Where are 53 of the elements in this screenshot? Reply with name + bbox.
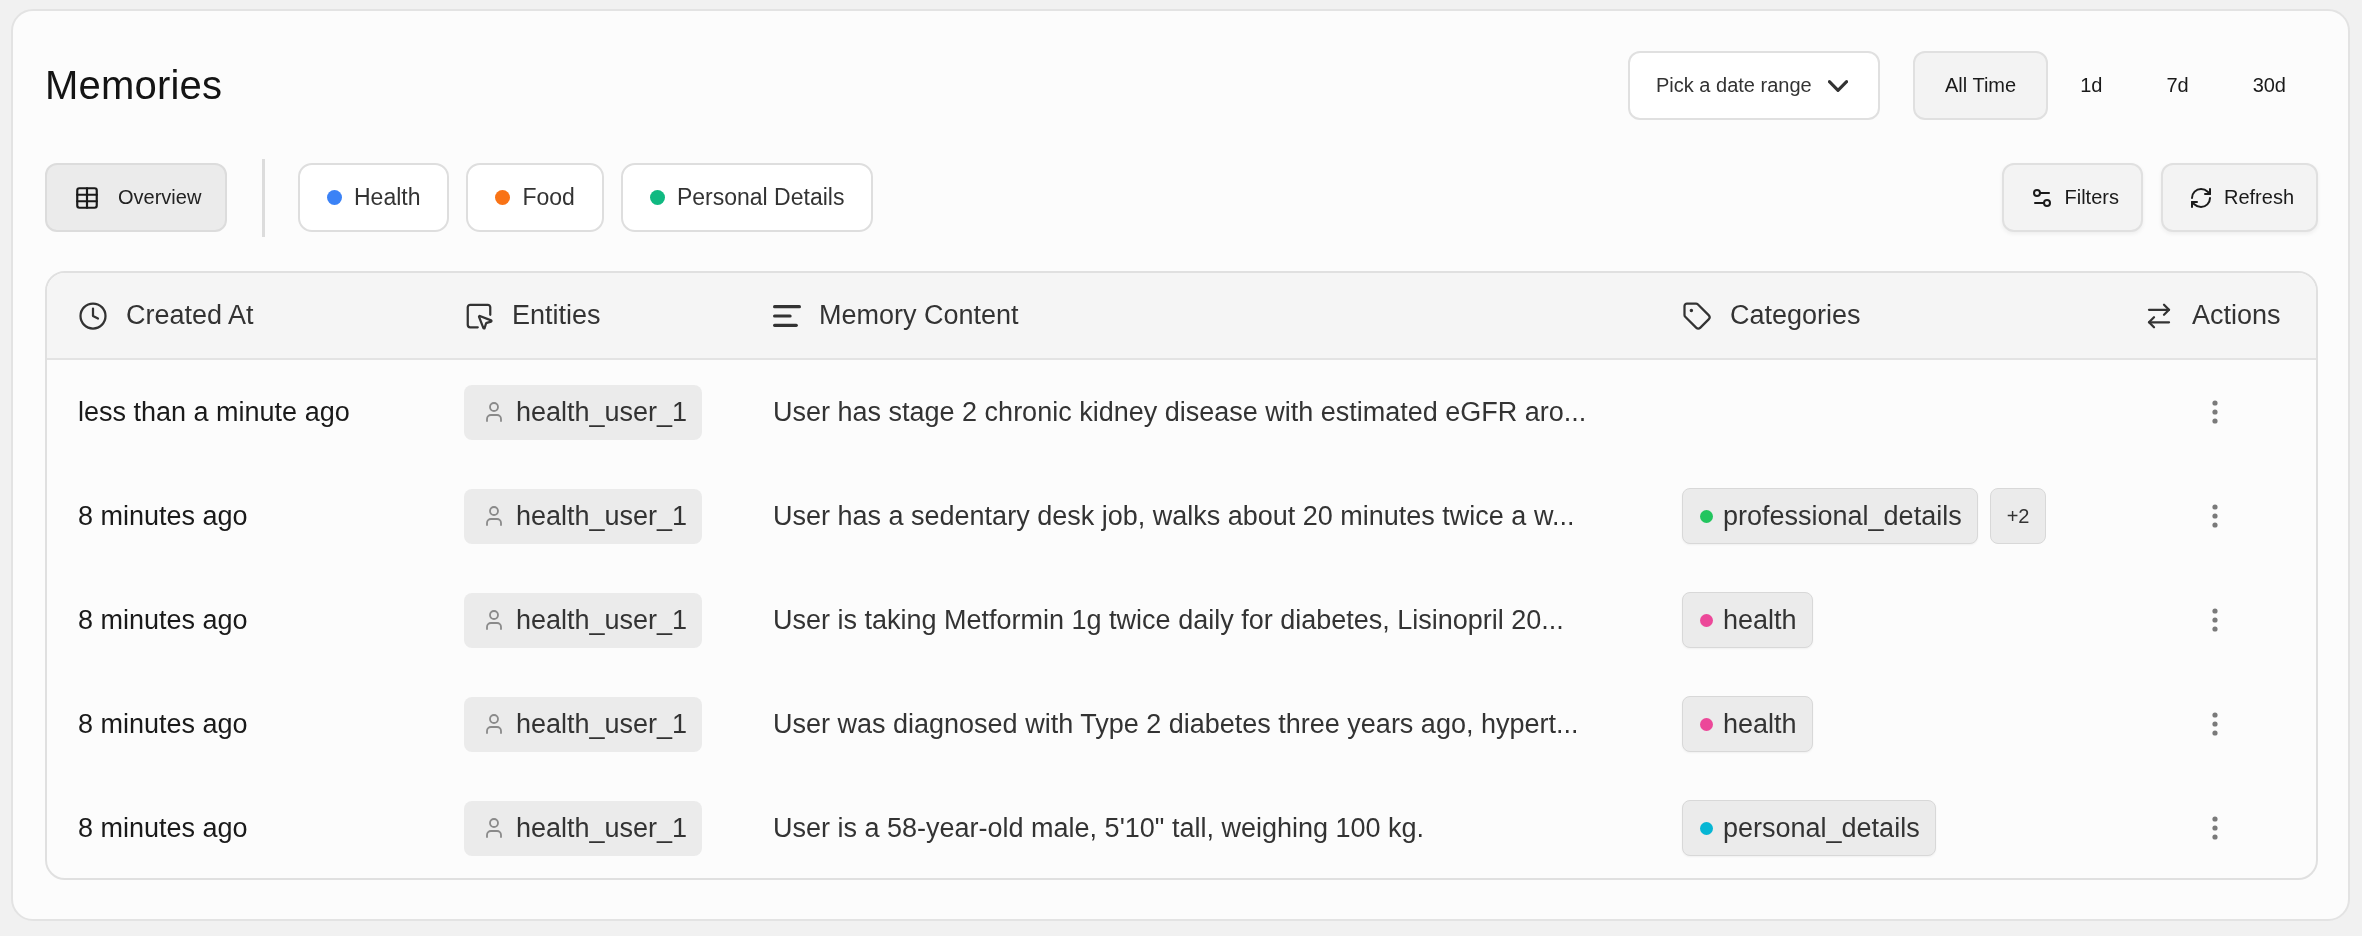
created-at-text: 8 minutes ago <box>78 708 248 740</box>
memory-content-text: User has a sedentary desk job, walks about 20 minutes twice a w... <box>773 500 1575 532</box>
created-at-text: 8 minutes ago <box>78 604 248 636</box>
column-header: Memory Content <box>819 300 1019 331</box>
kebab-icon <box>2211 712 2218 736</box>
kebab-icon <box>2211 400 2218 424</box>
chevron-down-icon <box>1828 79 1848 92</box>
overview-tab[interactable]: Overview <box>45 163 227 232</box>
category-label: health <box>1723 604 1797 636</box>
kebab-icon <box>2211 608 2218 632</box>
created-at-text: 8 minutes ago <box>78 812 248 844</box>
page-title: Memories <box>45 63 223 108</box>
column-header: Actions <box>2192 300 2281 331</box>
kebab-icon <box>2211 504 2218 528</box>
kebab-icon <box>2211 816 2218 840</box>
entity-label: health_user_1 <box>516 812 688 844</box>
time-range-tab[interactable]: 1d <box>2048 51 2135 120</box>
created-at-text: less than a minute ago <box>78 396 350 428</box>
more-options-button[interactable] <box>2211 712 2218 736</box>
category-label: professional_details <box>1723 500 1962 532</box>
refresh-icon <box>2188 185 2213 210</box>
category-filter-button[interactable]: Health <box>298 163 450 232</box>
entity-label: health_user_1 <box>516 708 688 740</box>
category-label: health <box>1723 708 1797 740</box>
refresh-button[interactable]: Refresh <box>2160 163 2318 232</box>
more-options-button[interactable] <box>2211 608 2218 632</box>
date-range-picker[interactable]: Pick a date range <box>1628 51 1880 120</box>
time-range-tab[interactable]: 30d <box>2220 51 2318 120</box>
table-icon <box>74 184 100 211</box>
more-options-button[interactable] <box>2211 400 2218 424</box>
created-at-text: 8 minutes ago <box>78 500 248 532</box>
entity-label: health_user_1 <box>516 500 688 532</box>
time-range-tab[interactable]: All Time <box>1913 51 2049 120</box>
clock-icon <box>78 300 108 331</box>
filters-button[interactable]: Filters <box>2001 163 2143 232</box>
category-label: personal_details <box>1723 812 1920 844</box>
time-range-tab[interactable]: 7d <box>2134 51 2221 120</box>
more-options-button[interactable] <box>2211 504 2218 528</box>
memory-content-text: User is taking Metformin 1g twice daily for diabetes, Lisinopril 20... <box>773 604 1564 636</box>
memory-content-text: User has stage 2 chronic kidney disease with estimated eGFR aro... <box>773 396 1587 428</box>
category-filter-button[interactable]: Personal Details <box>620 163 874 232</box>
category-filter-button[interactable]: Food <box>466 163 604 232</box>
memory-content-text: User is a 58-year-old male, 5'10" tall, weighing 100 kg. <box>773 812 1425 844</box>
more-options-button[interactable] <box>2211 816 2218 840</box>
memory-content-text: User was diagnosed with Type 2 diabetes three years ago, hypert... <box>773 708 1579 740</box>
column-header: Created At <box>126 300 254 331</box>
tag-icon <box>1682 300 1712 331</box>
text-lines-icon <box>773 304 801 327</box>
more-count-chip: +2 <box>1989 488 2047 544</box>
column-header: Categories <box>1730 300 1861 331</box>
entity-label: health_user_1 <box>516 604 688 636</box>
entity-label: health_user_1 <box>516 396 688 428</box>
column-header: Entities <box>512 300 601 331</box>
